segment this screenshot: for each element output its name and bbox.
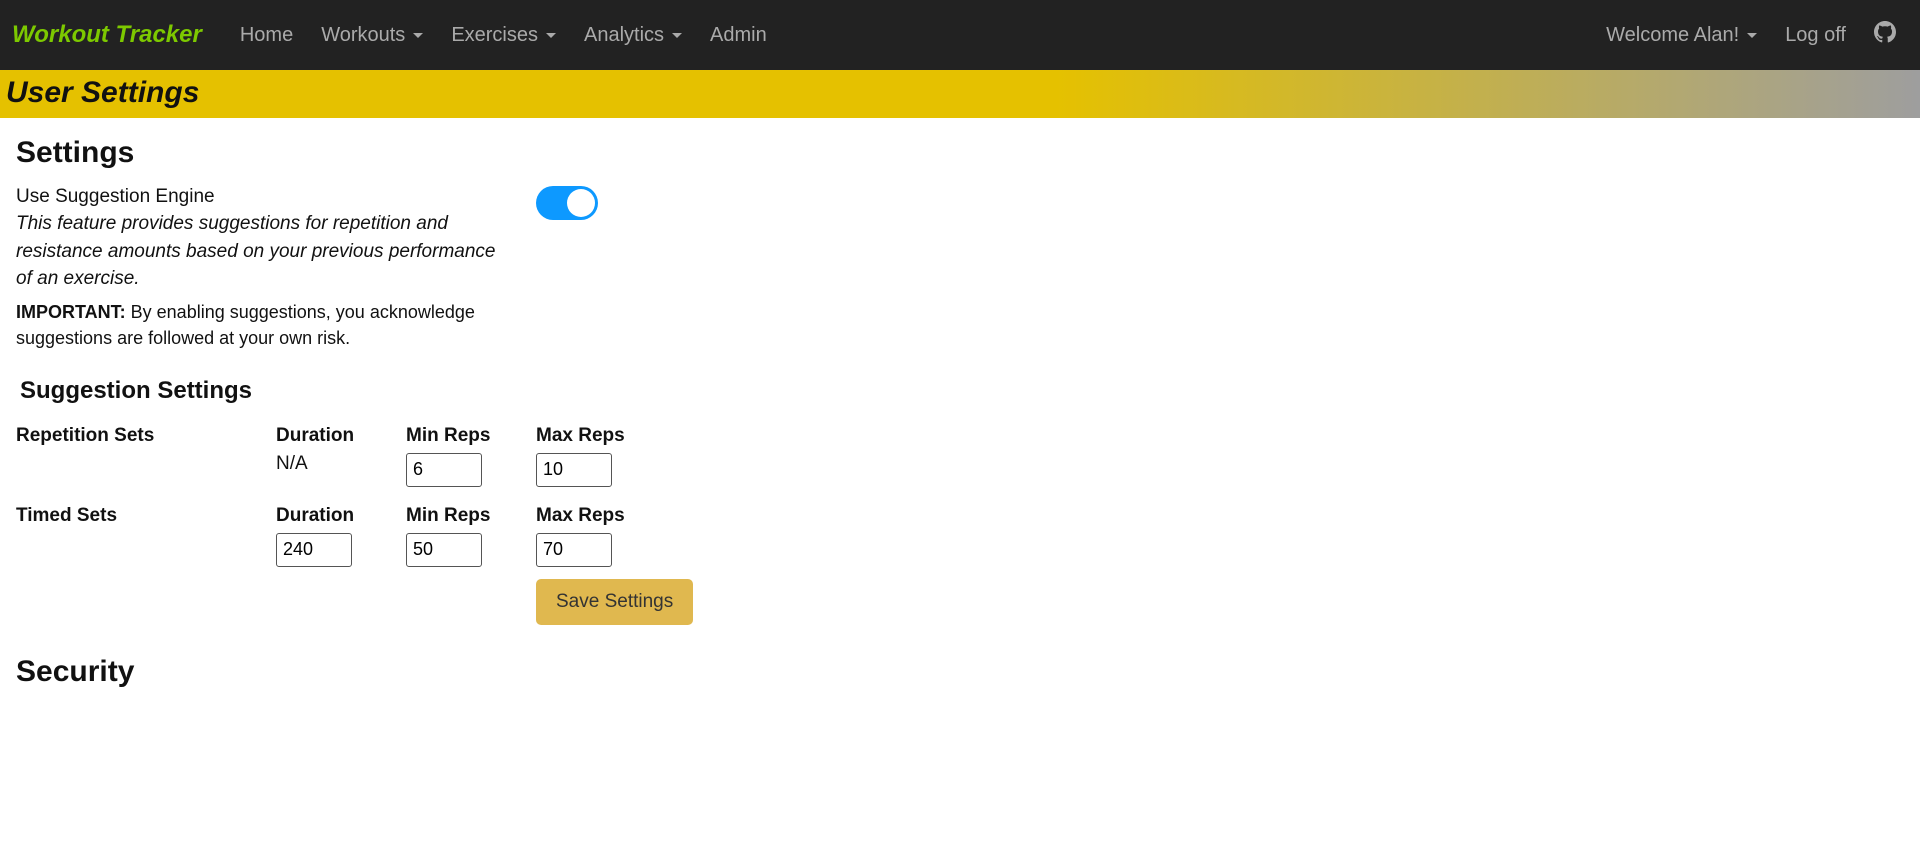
repetition-sets-maxreps-cell: Max Reps (536, 425, 666, 487)
navbar: Workout Tracker Home Workouts Exercises … (0, 0, 1920, 70)
timed-sets-duration-input[interactable] (276, 533, 352, 567)
settings-heading: Settings (16, 136, 1544, 170)
nav-left: Home Workouts Exercises Analytics Admin (228, 16, 779, 55)
use-suggestion-engine-warning: IMPORTANT: By enabling suggestions, you … (16, 299, 496, 351)
nav-exercises-label: Exercises (451, 24, 538, 47)
security-heading: Security (16, 655, 1544, 689)
repetition-sets-duration-cell: Duration N/A (276, 425, 406, 475)
timed-sets-duration-cell: Duration (276, 505, 406, 567)
nav-welcome-user[interactable]: Welcome Alan! (1594, 16, 1769, 55)
use-suggestion-engine-toggle[interactable] (536, 186, 598, 220)
chevron-down-icon (1747, 33, 1757, 38)
use-suggestion-engine-text: Use Suggestion Engine This feature provi… (16, 186, 496, 351)
nav-exercises[interactable]: Exercises (439, 16, 568, 55)
toggle-knob (567, 189, 595, 217)
suggestion-settings-heading: Suggestion Settings (20, 377, 1544, 405)
nav-workouts[interactable]: Workouts (309, 16, 435, 55)
use-suggestion-engine-label: Use Suggestion Engine (16, 186, 496, 208)
brand-logo[interactable]: Workout Tracker (12, 21, 202, 49)
chevron-down-icon (413, 33, 423, 38)
github-icon (1874, 21, 1896, 49)
use-suggestion-engine-desc: This feature provides suggestions for re… (16, 210, 496, 293)
chevron-down-icon (546, 33, 556, 38)
chevron-down-icon (672, 33, 682, 38)
timed-sets-maxreps-input[interactable] (536, 533, 612, 567)
maxreps-header-2: Max Reps (536, 505, 666, 527)
minreps-header: Min Reps (406, 425, 536, 447)
timed-sets-minreps-cell: Min Reps (406, 505, 536, 567)
timed-sets-maxreps-cell: Max Reps (536, 505, 666, 567)
nav-analytics-label: Analytics (584, 24, 664, 47)
github-link[interactable] (1862, 13, 1908, 57)
repetition-sets-minreps-cell: Min Reps (406, 425, 536, 487)
nav-admin[interactable]: Admin (698, 16, 779, 55)
suggestion-settings-grid: Repetition Sets Duration N/A Min Reps Ma… (16, 425, 1544, 567)
nav-home[interactable]: Home (228, 16, 305, 55)
timed-sets-minreps-input[interactable] (406, 533, 482, 567)
nav-analytics[interactable]: Analytics (572, 16, 694, 55)
repetition-sets-maxreps-input[interactable] (536, 453, 612, 487)
duration-header: Duration (276, 425, 406, 447)
nav-right: Welcome Alan! Log off (1594, 13, 1908, 57)
repetition-sets-minreps-input[interactable] (406, 453, 482, 487)
save-settings-button[interactable]: Save Settings (536, 579, 693, 625)
nav-logoff[interactable]: Log off (1773, 16, 1858, 55)
nav-workouts-label: Workouts (321, 24, 405, 47)
important-label: IMPORTANT: (16, 302, 126, 322)
page-header: User Settings (0, 70, 1920, 118)
timed-sets-label: Timed Sets (16, 505, 276, 527)
page-title: User Settings (6, 76, 1910, 110)
minreps-header-2: Min Reps (406, 505, 536, 527)
main-content: Settings Use Suggestion Engine This feat… (0, 118, 1560, 745)
use-suggestion-engine-row: Use Suggestion Engine This feature provi… (16, 186, 1544, 351)
maxreps-header: Max Reps (536, 425, 666, 447)
duration-header-2: Duration (276, 505, 406, 527)
nav-welcome-label: Welcome Alan! (1606, 24, 1739, 47)
repetition-sets-label: Repetition Sets (16, 425, 276, 447)
repetition-sets-duration-value: N/A (276, 453, 406, 475)
